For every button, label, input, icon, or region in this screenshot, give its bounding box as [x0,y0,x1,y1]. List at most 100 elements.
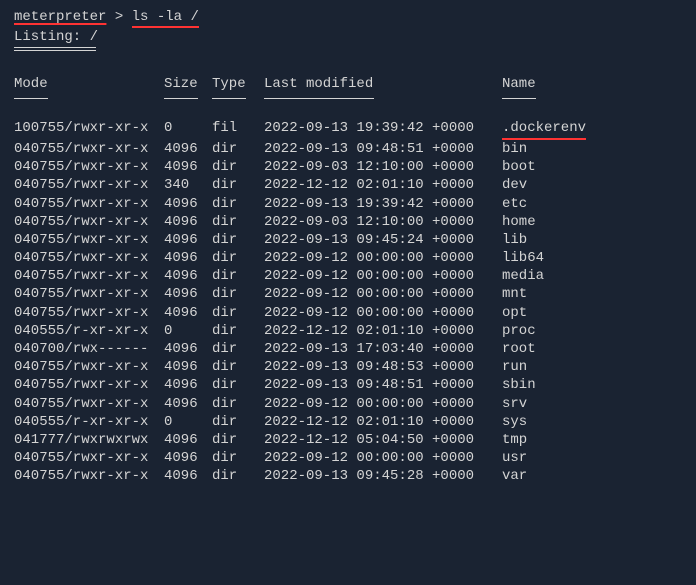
table-row: 040700/rwx------4096dir2022-09-13 17:03:… [14,340,682,358]
cell-name: srv [502,395,527,413]
cell-size: 4096 [164,467,212,485]
table-row: 100755/rwxr-xr-x0fil2022-09-13 19:39:42 … [14,119,682,140]
cell-size: 4096 [164,249,212,267]
listing-title: Listing: / [14,28,682,46]
cell-modified: 2022-09-03 12:10:00 +0000 [264,213,502,231]
cell-mode: 040755/rwxr-xr-x [14,140,164,158]
cell-modified: 2022-09-12 00:00:00 +0000 [264,304,502,322]
cell-modified: 2022-09-12 00:00:00 +0000 [264,285,502,303]
cell-size: 340 [164,176,212,194]
header-underlines [14,95,682,113]
cell-name: run [502,358,527,376]
cell-size: 0 [164,119,212,137]
cell-name: lib64 [502,249,544,267]
cell-modified: 2022-09-13 09:48:53 +0000 [264,358,502,376]
header-modified: Last modified [264,75,502,93]
cell-type: dir [212,249,264,267]
cell-mode: 040755/rwxr-xr-x [14,213,164,231]
table-row: 040555/r-xr-xr-x0dir2022-12-12 02:01:10 … [14,413,682,431]
cell-modified: 2022-09-12 00:00:00 +0000 [264,249,502,267]
cell-mode: 100755/rwxr-xr-x [14,119,164,137]
cell-modified: 2022-09-12 00:00:00 +0000 [264,449,502,467]
cell-mode: 040555/r-xr-xr-x [14,413,164,431]
table-row: 040755/rwxr-xr-x4096dir2022-09-12 00:00:… [14,285,682,303]
cell-size: 4096 [164,195,212,213]
cell-mode: 040755/rwxr-xr-x [14,176,164,194]
cell-size: 4096 [164,449,212,467]
cell-size: 4096 [164,340,212,358]
table-row: 040755/rwxr-xr-x4096dir2022-09-03 12:10:… [14,158,682,176]
cell-type: dir [212,158,264,176]
cell-name: etc [502,195,527,213]
cell-mode: 040755/rwxr-xr-x [14,358,164,376]
cell-name: opt [502,304,527,322]
table-row: 040755/rwxr-xr-x4096dir2022-09-03 12:10:… [14,213,682,231]
command-text: ls -la / [132,9,199,28]
cell-name: lib [502,231,527,249]
cell-mode: 040755/rwxr-xr-x [14,467,164,485]
cell-type: dir [212,285,264,303]
cell-type: dir [212,376,264,394]
prompt-line: meterpreter > ls -la / [14,8,682,26]
cell-size: 4096 [164,231,212,249]
cell-name: root [502,340,536,358]
cell-name: sys [502,413,527,431]
cell-name: media [502,267,544,285]
cell-mode: 040755/rwxr-xr-x [14,285,164,303]
cell-size: 4096 [164,158,212,176]
cell-type: dir [212,449,264,467]
header-mode: Mode [14,75,164,93]
cell-type: dir [212,340,264,358]
table-row: 040755/rwxr-xr-x4096dir2022-09-12 00:00:… [14,249,682,267]
prompt-label: meterpreter [14,9,106,25]
cell-name: proc [502,322,536,340]
cell-modified: 2022-09-13 19:39:42 +0000 [264,195,502,213]
header-size: Size [164,75,212,93]
cell-type: dir [212,176,264,194]
cell-modified: 2022-09-13 19:39:42 +0000 [264,119,502,137]
cell-type: dir [212,413,264,431]
cell-size: 4096 [164,285,212,303]
cell-modified: 2022-09-13 17:03:40 +0000 [264,340,502,358]
table-row: 040755/rwxr-xr-x4096dir2022-09-13 09:45:… [14,231,682,249]
cell-name: var [502,467,527,485]
cell-mode: 040755/rwxr-xr-x [14,449,164,467]
cell-modified: 2022-12-12 05:04:50 +0000 [264,431,502,449]
cell-size: 4096 [164,140,212,158]
cell-mode: 040755/rwxr-xr-x [14,231,164,249]
cell-modified: 2022-09-13 09:45:28 +0000 [264,467,502,485]
cell-mode: 040755/rwxr-xr-x [14,395,164,413]
cell-modified: 2022-09-03 12:10:00 +0000 [264,158,502,176]
cell-mode: 040755/rwxr-xr-x [14,376,164,394]
cell-type: dir [212,213,264,231]
cell-name: tmp [502,431,527,449]
cell-mode: 040700/rwx------ [14,340,164,358]
cell-name: home [502,213,536,231]
table-row: 040755/rwxr-xr-x4096dir2022-09-13 09:45:… [14,467,682,485]
cell-type: dir [212,467,264,485]
listing-underline [14,47,96,51]
table-row: 041777/rwxrwxrwx4096dir2022-12-12 05:04:… [14,431,682,449]
cell-name: boot [502,158,536,176]
cell-modified: 2022-12-12 02:01:10 +0000 [264,413,502,431]
cell-type: dir [212,195,264,213]
cell-size: 0 [164,413,212,431]
cell-type: dir [212,395,264,413]
cell-size: 0 [164,322,212,340]
cell-size: 4096 [164,431,212,449]
table-row: 040755/rwxr-xr-x4096dir2022-09-12 00:00:… [14,395,682,413]
cell-modified: 2022-09-12 00:00:00 +0000 [264,395,502,413]
table-row: 040755/rwxr-xr-x340dir2022-12-12 02:01:1… [14,176,682,194]
cell-type: fil [212,119,264,137]
cell-mode: 040755/rwxr-xr-x [14,158,164,176]
cell-size: 4096 [164,395,212,413]
header-name: Name [502,75,536,93]
table-row: 040755/rwxr-xr-x4096dir2022-09-13 19:39:… [14,195,682,213]
cell-modified: 2022-12-12 02:01:10 +0000 [264,176,502,194]
cell-type: dir [212,322,264,340]
file-listing: 100755/rwxr-xr-x0fil2022-09-13 19:39:42 … [14,119,682,486]
cell-size: 4096 [164,213,212,231]
table-row: 040755/rwxr-xr-x4096dir2022-09-12 00:00:… [14,449,682,467]
cell-type: dir [212,358,264,376]
table-row: 040755/rwxr-xr-x4096dir2022-09-13 09:48:… [14,376,682,394]
